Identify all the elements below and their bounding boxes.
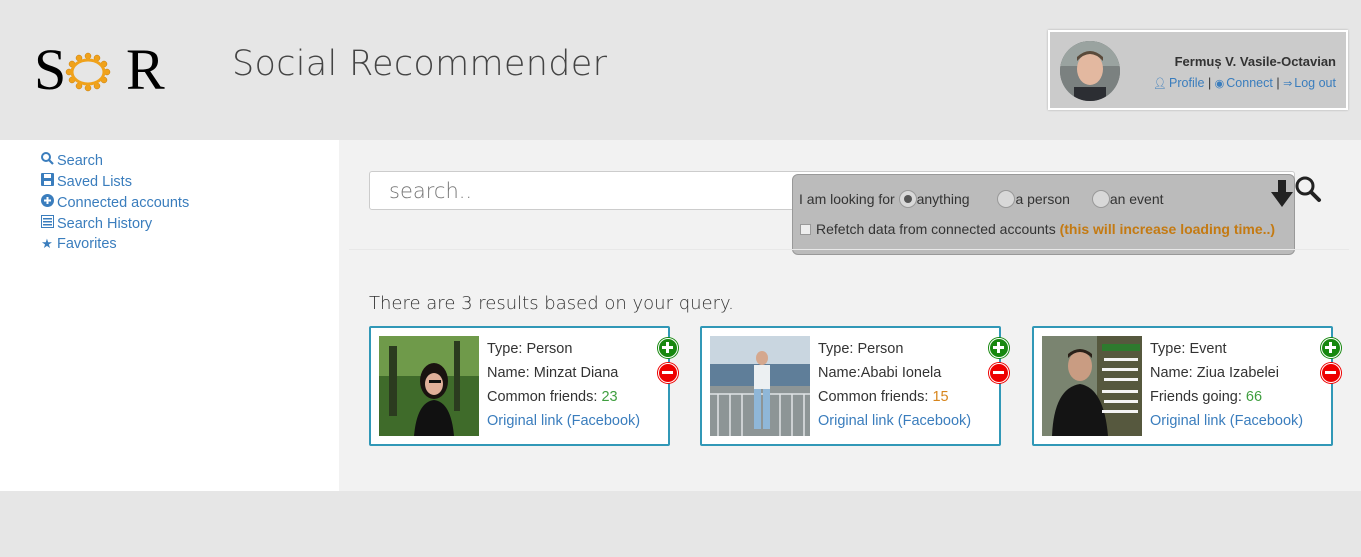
refetch-checkbox[interactable] [800, 224, 811, 235]
remove-button[interactable] [1321, 363, 1341, 383]
result-type: Type: Event [1150, 341, 1227, 357]
sidebar-item-search[interactable]: Search [39, 152, 103, 169]
search-options-panel: I am looking for anything a person an ev… [792, 174, 1295, 255]
radio-anything-label: anything [916, 191, 970, 207]
logo-people-ring-icon [65, 52, 111, 92]
result-stat-value: 15 [932, 389, 949, 405]
separator: | [1207, 76, 1212, 90]
result-stat-label: Friends going: [1150, 389, 1246, 405]
result-stat-value: 66 [1245, 389, 1263, 405]
result-photo[interactable] [710, 336, 810, 436]
result-photo[interactable] [1042, 336, 1142, 436]
radio-event-label: an event [1109, 191, 1164, 207]
logo[interactable]: S R [34, 40, 174, 100]
results-summary: There are 3 results based on your query. [369, 293, 734, 314]
sidebar-item-connected-accounts[interactable]: Connected accounts [39, 194, 189, 211]
sidebar-item-label: Search [57, 153, 103, 169]
sidebar-item-saved-lists[interactable]: Saved Lists [39, 173, 132, 190]
original-link[interactable]: Original link (Facebook) [1150, 413, 1303, 429]
remove-button[interactable] [658, 363, 678, 383]
add-button[interactable] [1321, 338, 1341, 358]
result-card: Type: Person Name: Minzat Diana Common f… [369, 326, 678, 446]
looking-for-label: I am looking for [799, 191, 895, 207]
sidebar-item-label: Favorites [57, 236, 117, 252]
sidebar-item-search-history[interactable]: Search History [39, 215, 152, 232]
star-icon: ★ [41, 236, 53, 251]
main-content: I am looking for anything a person an ev… [339, 140, 1361, 491]
sidebar-item-label: Saved Lists [57, 174, 132, 190]
arrow-down-icon[interactable] [1271, 180, 1293, 208]
logout-link[interactable]: ⇒ Log out [1283, 76, 1336, 90]
profile-link-label: Profile [1169, 76, 1205, 90]
radio-person[interactable] [997, 190, 1016, 208]
sidebar-item-label: Connected accounts [57, 195, 190, 211]
user-name: Fermuș V. Vasile-Octavian [1174, 54, 1336, 69]
result-stat: Common friends: 23 [487, 385, 640, 409]
looking-for-row: I am looking for anything a person an ev… [799, 190, 1164, 208]
divider [349, 249, 1349, 250]
eye-icon: ◉ [1214, 78, 1225, 90]
result-name: Name: Ziua Izabelei [1150, 365, 1279, 381]
user-icon: 👤︎ [1153, 78, 1168, 90]
logo-letter-r: R [126, 37, 165, 102]
result-name: Name: Minzat Diana [487, 365, 619, 381]
plus-circle-icon [39, 194, 55, 210]
search-button[interactable] [1294, 175, 1326, 207]
result-info: Type: Event Name: Ziua Izabelei Friends … [1150, 337, 1303, 433]
logout-icon: ⇒ [1283, 78, 1293, 90]
avatar[interactable] [1060, 41, 1120, 101]
remove-button[interactable] [989, 363, 1009, 383]
add-button[interactable] [658, 338, 678, 358]
result-stat-value: 23 [601, 389, 618, 405]
profile-link[interactable]: 👤︎ Profile [1153, 76, 1204, 90]
result-stat-label: Common friends: [818, 389, 933, 405]
original-link[interactable]: Original link (Facebook) [487, 413, 640, 429]
sidebar-item-label: Search History [57, 216, 153, 232]
user-panel: Fermuș V. Vasile-Octavian 👤︎ Profile | ◉ C… [1048, 30, 1348, 110]
result-info: Type: Person Name: Minzat Diana Common f… [487, 337, 640, 433]
result-card: Type: Event Name: Ziua Izabelei Friends … [1032, 326, 1341, 446]
sidebar: Search Saved Lists Connected accounts Se… [0, 140, 339, 491]
connect-link[interactable]: ◉ Connect [1215, 76, 1273, 90]
separator: | [1276, 76, 1280, 90]
refetch-label: Refetch data from connected accounts [816, 221, 1056, 237]
avatar-photo [1060, 41, 1120, 101]
result-info: Type: Person Name:Ababi Ionela Common fr… [818, 337, 971, 433]
result-stat: Friends going: 66 [1150, 385, 1303, 409]
sidebar-item-favorites[interactable]: ★ Favorites [39, 236, 117, 252]
result-card: Type: Person Name:Ababi Ionela Common fr… [700, 326, 1009, 446]
radio-person-label: a person [1015, 191, 1070, 207]
original-link[interactable]: Original link (Facebook) [818, 413, 971, 429]
radio-anything[interactable] [898, 190, 917, 208]
add-button[interactable] [989, 338, 1009, 358]
search-icon [1295, 176, 1321, 202]
save-icon [39, 173, 55, 189]
result-type: Type: Person [487, 341, 573, 357]
result-stat: Common friends: 15 [818, 385, 971, 409]
logout-link-label: Log out [1294, 76, 1336, 90]
app-title: Social Recommender [232, 44, 608, 84]
user-links: 👤︎ Profile | ◉ Connect | ⇒ Log out [1153, 76, 1336, 90]
connect-link-label: Connect [1226, 76, 1273, 90]
result-stat-label: Common friends: [487, 389, 602, 405]
search-icon [39, 152, 55, 168]
list-icon [39, 215, 55, 231]
radio-event[interactable] [1091, 190, 1110, 208]
refetch-row: Refetch data from connected accounts (th… [799, 221, 1275, 237]
result-photo[interactable] [379, 336, 479, 436]
result-type: Type: Person [818, 341, 904, 357]
result-name: Name:Ababi Ionela [818, 365, 942, 381]
refetch-warning: (this will increase loading time..) [1059, 221, 1276, 237]
header: S R Social Recommender Fermuș V. Vasile-… [0, 0, 1361, 140]
